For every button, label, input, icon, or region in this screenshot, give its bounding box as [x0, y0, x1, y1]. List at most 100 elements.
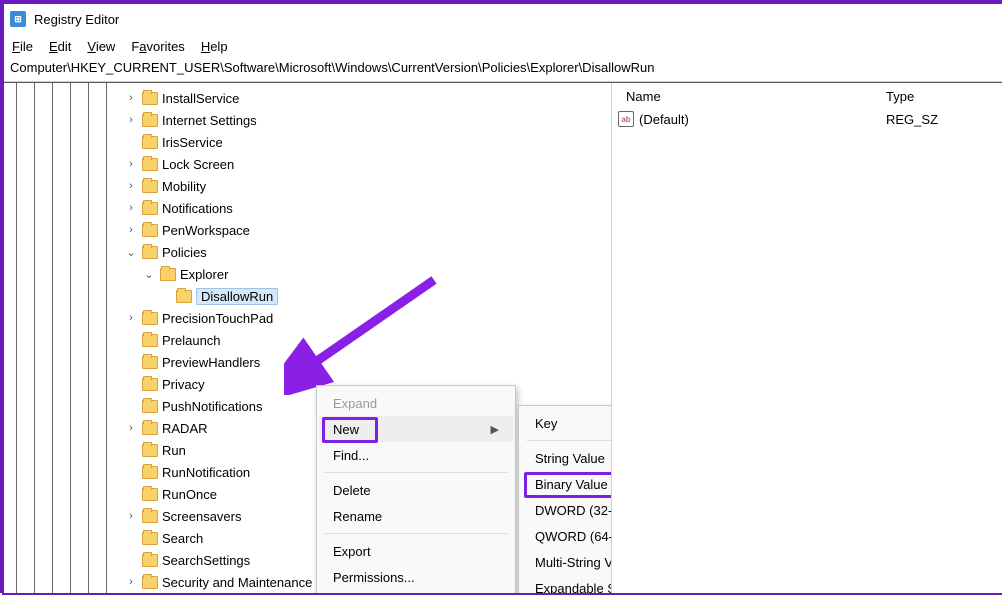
tree-item-label: Privacy: [162, 377, 205, 392]
list-headers: Name Type: [612, 83, 1002, 109]
chevron-right-icon[interactable]: ›: [124, 113, 138, 127]
chevron-right-icon[interactable]: ›: [124, 179, 138, 193]
cm-separator: [325, 533, 507, 534]
chevron-down-icon[interactable]: ⌄: [124, 245, 138, 259]
tree-item-explorer[interactable]: ⌄ Explorer: [134, 263, 611, 285]
chevron-down-icon[interactable]: ⌄: [142, 267, 156, 281]
cm-item-permissions[interactable]: Permissions...: [319, 564, 513, 590]
column-header-type[interactable]: Type: [878, 85, 988, 108]
chevron-right-icon[interactable]: ›: [124, 91, 138, 105]
tree-item-penworkspace[interactable]: › PenWorkspace: [116, 219, 611, 241]
cm-item-qword-value[interactable]: QWORD (64-bit) Value: [521, 523, 612, 549]
tree-item-label: RADAR: [162, 421, 208, 436]
tree-item-previewhandlers[interactable]: ›PreviewHandlers: [116, 351, 611, 373]
string-value-icon: ab: [618, 111, 634, 127]
column-header-name[interactable]: Name: [618, 85, 878, 108]
tree-item-lock-screen[interactable]: › Lock Screen: [116, 153, 611, 175]
folder-icon: [142, 92, 158, 105]
tree-item-disallowrun[interactable]: ›DisallowRun: [150, 285, 611, 307]
folder-icon: [142, 466, 158, 479]
tree-item-label: InstallService: [162, 91, 239, 106]
tree-item-prelaunch[interactable]: ›Prelaunch: [116, 329, 611, 351]
folder-icon: [142, 444, 158, 457]
tree-item-label: Internet Settings: [162, 113, 257, 128]
tree-item-installservice[interactable]: › InstallService: [116, 87, 611, 109]
tree-item-label: PushNotifications: [162, 399, 262, 414]
cm-item-delete[interactable]: Delete: [319, 477, 513, 503]
cm-item-dword-value[interactable]: DWORD (32-bit) Value: [521, 497, 612, 523]
menu-edit[interactable]: Edit: [49, 39, 71, 54]
tree-item-label: Lock Screen: [162, 157, 234, 172]
chevron-right-icon[interactable]: ›: [124, 575, 138, 589]
chevron-right-icon: ▶: [491, 423, 499, 436]
folder-icon: [176, 290, 192, 303]
tree-item-irisservice[interactable]: ›IrisService: [116, 131, 611, 153]
tree-item-notifications[interactable]: › Notifications: [116, 197, 611, 219]
tree-pane: › InstallService › Internet Settings ›IrisSe…: [4, 83, 612, 593]
folder-icon: [142, 114, 158, 127]
cm-item-new[interactable]: New ▶: [319, 416, 513, 442]
list-cell-type: REG_SZ: [886, 112, 996, 127]
tree-item-mobility[interactable]: › Mobility: [116, 175, 611, 197]
folder-icon: [142, 136, 158, 149]
cm-item-binary-value[interactable]: Binary Value: [521, 471, 612, 497]
tree-item-label: Explorer: [180, 267, 228, 282]
tree-item-internet-settings[interactable]: › Internet Settings: [116, 109, 611, 131]
cm-item-rename[interactable]: Rename: [319, 503, 513, 529]
folder-icon: [142, 554, 158, 567]
cm-separator: [325, 472, 507, 473]
chevron-right-icon[interactable]: ›: [124, 223, 138, 237]
tree-item-label: Run: [162, 443, 186, 458]
tree-item-label: SearchSettings: [162, 553, 250, 568]
tree-item-label: RunNotification: [162, 465, 250, 480]
list-row[interactable]: ab (Default) REG_SZ: [612, 109, 1002, 129]
folder-icon: [160, 268, 176, 281]
cm-item-expandable-string-value[interactable]: Expandable String Value: [521, 575, 612, 593]
tree-depth-lines: [4, 83, 112, 593]
menu-file[interactable]: File: [12, 39, 33, 54]
cm-separator: [527, 440, 612, 441]
cm-item-export[interactable]: Export: [319, 538, 513, 564]
tree-item-label: Notifications: [162, 201, 233, 216]
cm-item-find[interactable]: Find...: [319, 442, 513, 468]
chevron-right-icon[interactable]: ›: [124, 157, 138, 171]
folder-icon: [142, 378, 158, 391]
tree-item-precisiontouchpad[interactable]: › PrecisionTouchPad: [116, 307, 611, 329]
window-title: Registry Editor: [34, 12, 119, 27]
cm-item-key[interactable]: Key: [521, 410, 612, 436]
folder-icon: [142, 334, 158, 347]
folder-icon: [142, 400, 158, 413]
chevron-right-icon[interactable]: ›: [124, 311, 138, 325]
tree-item-label: Policies: [162, 245, 207, 260]
tree-item-policies[interactable]: ⌄ Policies: [116, 241, 611, 263]
folder-icon: [142, 532, 158, 545]
chevron-right-icon[interactable]: ›: [124, 421, 138, 435]
tree-item-label: RunOnce: [162, 487, 217, 502]
chevron-right-icon[interactable]: ›: [124, 201, 138, 215]
tree-item-label: PreviewHandlers: [162, 355, 260, 370]
tree-item-label: PenWorkspace: [162, 223, 250, 238]
folder-icon: [142, 576, 158, 589]
cm-item-multi-string-value[interactable]: Multi-String Value: [521, 549, 612, 575]
menu-view[interactable]: View: [87, 39, 115, 54]
folder-icon: [142, 202, 158, 215]
folder-icon: [142, 158, 158, 171]
cm-item-string-value[interactable]: String Value: [521, 445, 612, 471]
menu-help[interactable]: Help: [201, 39, 228, 54]
tree-item-label: Search: [162, 531, 203, 546]
folder-icon: [142, 356, 158, 369]
chevron-right-icon[interactable]: ›: [124, 509, 138, 523]
cm-item-expand: Expand: [319, 390, 513, 416]
tree-item-label: PrecisionTouchPad: [162, 311, 273, 326]
tree-item-label: Mobility: [162, 179, 206, 194]
tree-item-label: DisallowRun: [196, 288, 278, 305]
address-bar[interactable]: Computer\HKEY_CURRENT_USER\Software\Micr…: [4, 58, 1002, 82]
folder-icon: [142, 224, 158, 237]
folder-icon: [142, 488, 158, 501]
folder-icon: [142, 312, 158, 325]
list-cell-name: (Default): [639, 112, 689, 127]
menu-favorites[interactable]: Favorites: [131, 39, 184, 54]
menu-bar: File Edit View Favorites Help: [4, 34, 1002, 58]
list-pane: Name Type ab (Default) REG_SZ: [612, 83, 1002, 593]
folder-icon: [142, 422, 158, 435]
